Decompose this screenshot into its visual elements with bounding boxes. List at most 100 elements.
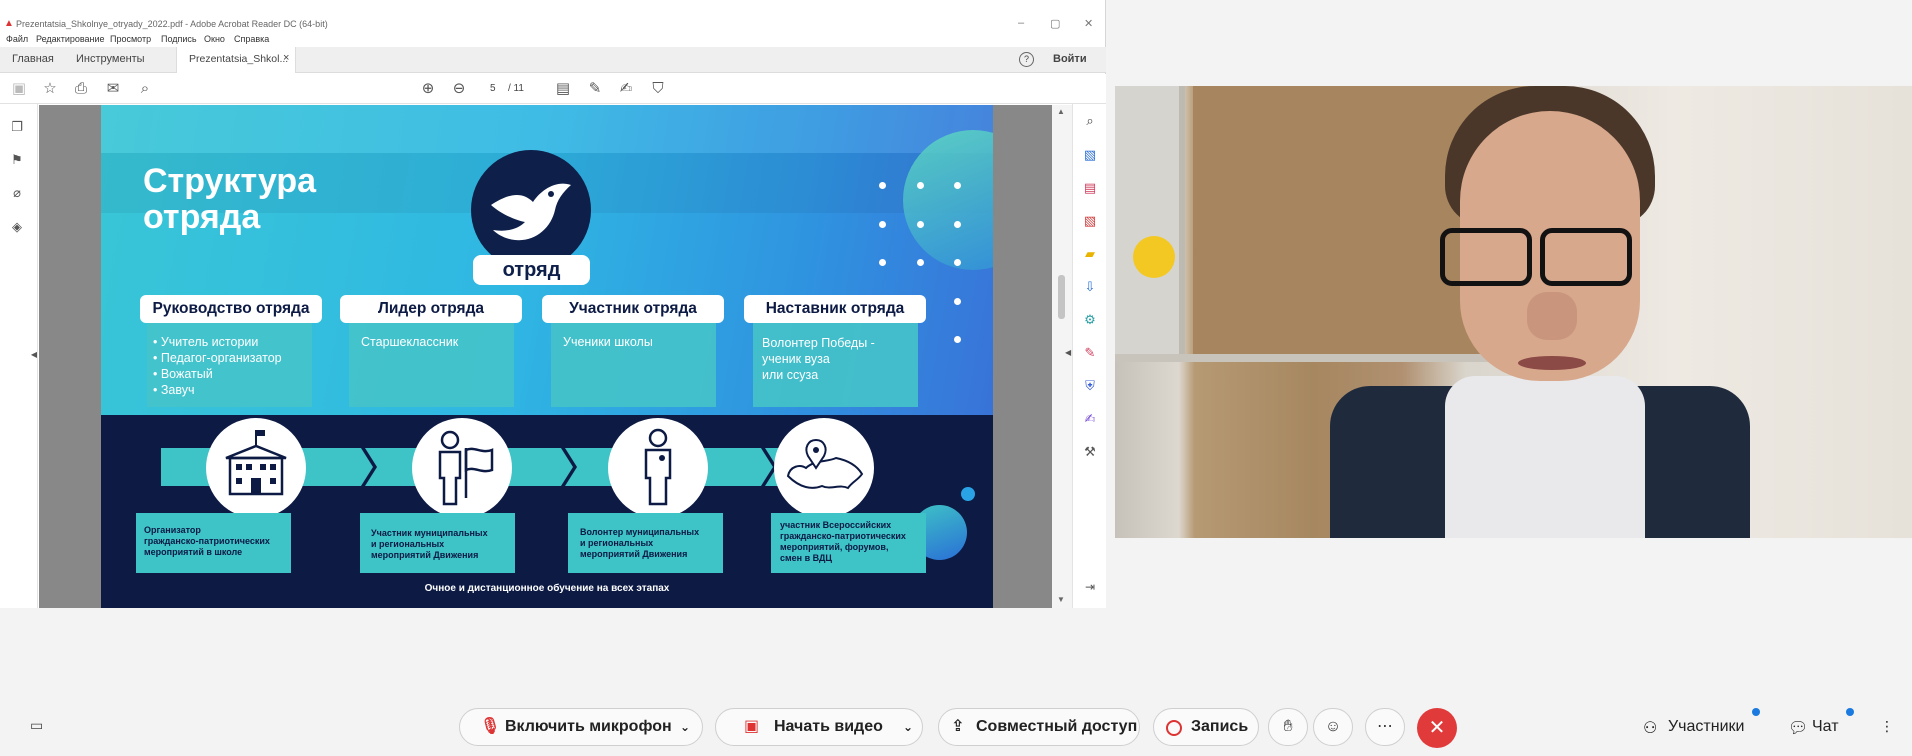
- email-icon[interactable]: ✉: [104, 80, 122, 98]
- collapse-right-panel-icon[interactable]: ⇥: [1081, 578, 1099, 596]
- list-item: ученик вуза: [762, 352, 830, 366]
- list-item: • Вожатый: [153, 367, 213, 381]
- dove-icon: [491, 183, 571, 241]
- slide-footer: Очное и дистанционное обучение на всех э…: [424, 583, 670, 594]
- hand-icon: ✋︎: [1283, 718, 1293, 735]
- stage-line: Участник муниципальных: [371, 528, 488, 538]
- zoom-icon[interactable]: ⌕: [1081, 112, 1099, 130]
- more-tools-icon[interactable]: ⚒: [1081, 443, 1099, 461]
- scan-icon[interactable]: ⚙: [1081, 311, 1099, 329]
- more-options-button[interactable]: ⋯: [1365, 708, 1405, 746]
- help-icon[interactable]: ?: [1019, 52, 1034, 67]
- stage-line: смен в ВДЦ: [780, 553, 833, 563]
- mic-chevron-down-icon[interactable]: ⌄: [680, 709, 690, 745]
- bookmark-star-icon[interactable]: ☆: [41, 80, 59, 98]
- column-text-leader: Старшеклассник: [361, 334, 458, 350]
- maximize-icon[interactable]: ▢: [1050, 17, 1060, 30]
- smiley-sticker: [1133, 236, 1175, 278]
- decor-dot: [917, 182, 924, 189]
- menu-view[interactable]: Просмотр: [110, 34, 151, 44]
- squad-logo-label: отряд: [473, 255, 590, 285]
- school-building-icon: [225, 430, 287, 496]
- column-head-member: Участник отряда: [542, 295, 724, 323]
- overflow-menu-icon[interactable]: ⋮: [1880, 718, 1894, 735]
- menu-sign[interactable]: Подпись: [161, 34, 197, 44]
- decor-dot: [879, 259, 886, 266]
- signin-button[interactable]: Войти: [1053, 53, 1087, 65]
- leader-circle: [412, 418, 512, 518]
- video-chevron-down-icon[interactable]: ⌄: [903, 709, 913, 745]
- minimize-icon[interactable]: –: [1018, 17, 1024, 29]
- school-circle: [206, 418, 306, 518]
- layers-icon[interactable]: ◈: [8, 218, 26, 236]
- chat-icon[interactable]: 💬︎: [1788, 718, 1808, 738]
- record-button[interactable]: Запись: [1153, 708, 1259, 746]
- sign-icon[interactable]: ✍: [617, 80, 635, 98]
- close-tab-icon[interactable]: ×: [283, 52, 289, 64]
- decor-dot-blue: [961, 487, 975, 501]
- comment-icon[interactable]: ▤: [554, 80, 572, 98]
- stage-line: гражданско-патриотических: [780, 531, 906, 541]
- export-tool-icon[interactable]: ⇩: [1081, 278, 1099, 296]
- page-number-input[interactable]: 5: [490, 83, 496, 94]
- chat-badge: [1846, 708, 1854, 716]
- decor-dot: [954, 259, 961, 266]
- column-text-member: Ученики школы: [563, 334, 653, 350]
- page-down-icon[interactable]: ⊖: [450, 80, 468, 98]
- captions-icon[interactable]: ▭: [30, 717, 43, 734]
- mic-button[interactable]: 🎙︎ Включить микрофон ⌄: [459, 708, 703, 746]
- scroll-up-icon[interactable]: ▲: [1057, 107, 1065, 116]
- export-pdf-icon[interactable]: ▧: [1081, 212, 1099, 230]
- expand-panel-icon[interactable]: ◀: [1065, 348, 1071, 357]
- menu-help[interactable]: Справка: [234, 34, 269, 44]
- participant-video: [1115, 86, 1912, 538]
- scroll-thumb[interactable]: [1058, 275, 1065, 319]
- tab-document[interactable]: Prezentatsia_Shkol... ×: [176, 47, 296, 73]
- decor-dot: [879, 221, 886, 228]
- menu-window[interactable]: Окно: [204, 34, 225, 44]
- save-icon[interactable]: ▣: [10, 80, 28, 98]
- chat-button[interactable]: Чат: [1812, 718, 1839, 736]
- tab-home[interactable]: Главная: [12, 53, 54, 65]
- close-window-icon[interactable]: ✕: [1084, 17, 1093, 30]
- create-pdf-icon[interactable]: ▧: [1081, 146, 1099, 164]
- request-signature-icon[interactable]: ✍: [1081, 410, 1099, 428]
- volunteer-person-icon: [644, 428, 672, 506]
- scroll-down-icon[interactable]: ▼: [1057, 595, 1065, 604]
- list-item: Ученики школы: [563, 335, 653, 349]
- raise-hand-button[interactable]: ✋︎: [1268, 708, 1308, 746]
- collapse-left-panel-icon[interactable]: ◀: [30, 346, 38, 364]
- attachments-icon[interactable]: ⌀: [8, 184, 26, 202]
- fill-sign-icon[interactable]: ✎: [1081, 344, 1099, 362]
- video-off-icon: ▣: [744, 718, 760, 735]
- zoom-search-icon[interactable]: ⌕: [136, 80, 154, 98]
- bookmarks-icon[interactable]: ⚑: [8, 151, 26, 169]
- page-total: / 11: [508, 83, 524, 94]
- highlight-pen-icon[interactable]: ✎: [586, 80, 604, 98]
- stamp-icon[interactable]: ⛉: [649, 80, 667, 98]
- participants-button[interactable]: Участники: [1668, 718, 1744, 736]
- end-call-button[interactable]: ✕: [1417, 708, 1457, 748]
- menu-file[interactable]: Файл: [6, 34, 28, 44]
- organize-pages-icon[interactable]: ▤: [1081, 179, 1099, 197]
- share-button[interactable]: ⇪ Совместный доступ: [938, 708, 1140, 746]
- page-up-icon[interactable]: ⊕: [419, 80, 437, 98]
- pages-thumbnail-icon[interactable]: ❐: [8, 118, 26, 136]
- tab-tools[interactable]: Инструменты: [76, 53, 145, 65]
- menu-edit[interactable]: Редактирование: [36, 34, 105, 44]
- reactions-button[interactable]: ☺: [1313, 708, 1353, 746]
- list-item: • Педагог-организатор: [153, 351, 282, 365]
- protect-icon[interactable]: ⛨: [1081, 377, 1099, 395]
- share-screen-icon: ⇪: [951, 718, 965, 735]
- stage-text-municipal-participant: Участник муниципальных и региональных ме…: [371, 528, 488, 561]
- participants-icon[interactable]: ⚇: [1643, 718, 1657, 738]
- print-icon[interactable]: ⎙: [72, 80, 90, 98]
- video-button[interactable]: ▣ Начать видео ⌄: [715, 708, 923, 746]
- person-nose: [1527, 292, 1577, 340]
- record-icon: [1166, 720, 1182, 736]
- russia-map-icon: [786, 438, 864, 490]
- comment-tool-icon[interactable]: ▰: [1081, 245, 1099, 263]
- list-item: Волонтер Победы -: [762, 336, 875, 350]
- stage-line: Организатор: [144, 525, 201, 535]
- stage-text-school: Организатор гражданско-патриотических ме…: [144, 525, 270, 558]
